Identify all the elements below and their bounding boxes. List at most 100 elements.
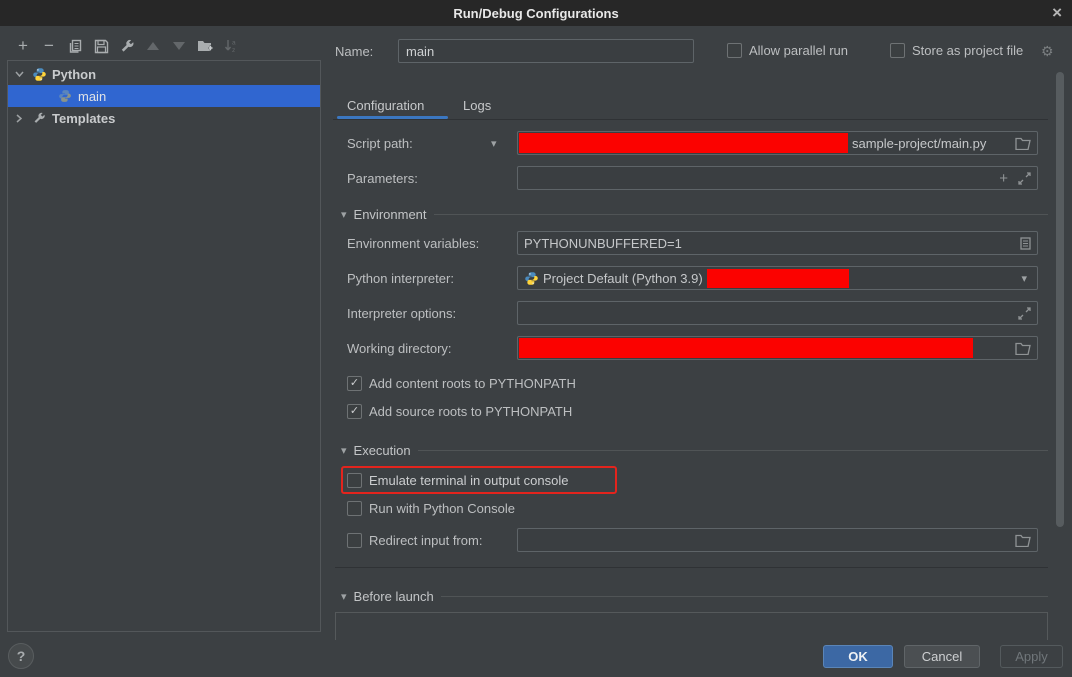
- environment-section-header[interactable]: ▾ Environment: [341, 207, 1048, 222]
- checkbox-checked[interactable]: ✓: [347, 404, 362, 419]
- checkbox-unchecked[interactable]: [727, 43, 742, 58]
- section-rule: [418, 450, 1048, 451]
- name-label: Name:: [335, 44, 373, 59]
- section-collapse-icon[interactable]: ▾: [341, 590, 347, 603]
- checkbox-unchecked[interactable]: [347, 533, 362, 548]
- environment-variables-label: Environment variables:: [347, 236, 479, 251]
- script-path-dropdown-icon[interactable]: ▾: [491, 137, 497, 150]
- vertical-scrollbar[interactable]: [1056, 72, 1064, 527]
- before-launch-section-header[interactable]: ▾ Before launch: [341, 589, 1048, 604]
- section-collapse-icon[interactable]: ▾: [341, 444, 347, 457]
- folder-icon[interactable]: [1015, 342, 1031, 355]
- move-up-icon[interactable]: [140, 34, 166, 58]
- checkbox-unchecked[interactable]: [890, 43, 905, 58]
- add-source-roots-checkbox[interactable]: ✓ Add source roots to PYTHONPATH: [347, 404, 572, 419]
- configurations-tree: Python main Templates: [7, 60, 321, 632]
- tab-logs[interactable]: Logs: [463, 98, 491, 113]
- checkbox-label: Allow parallel run: [749, 43, 848, 58]
- help-glyph: ?: [17, 648, 26, 664]
- parameters-label: Parameters:: [347, 171, 418, 186]
- checkbox-unchecked[interactable]: [347, 473, 362, 488]
- environment-variables-value: PYTHONUNBUFFERED=1: [524, 236, 682, 251]
- gear-icon[interactable]: ⚙: [1041, 43, 1054, 60]
- execution-section-header[interactable]: ▾ Execution: [341, 443, 1048, 458]
- python-interpreter-select[interactable]: Project Default (Python 3.9) ▾: [517, 266, 1038, 290]
- chevron-down-icon[interactable]: [8, 71, 30, 77]
- section-title: Execution: [354, 443, 411, 458]
- tree-item-python[interactable]: Python: [8, 63, 320, 85]
- checkbox-label: Run with Python Console: [369, 501, 515, 516]
- script-path-value: sample-project/main.py: [852, 136, 986, 151]
- tree-item-label: Python: [52, 67, 96, 82]
- close-icon[interactable]: ×: [1052, 3, 1062, 23]
- svg-text:a: a: [232, 40, 236, 47]
- configurations-toolbar: + − az: [10, 34, 244, 58]
- section-title: Environment: [354, 207, 427, 222]
- folder-icon[interactable]: [1015, 534, 1031, 547]
- checkbox-label: Redirect input from:: [369, 533, 482, 548]
- checkbox-unchecked[interactable]: [347, 501, 362, 516]
- environment-variables-field[interactable]: PYTHONUNBUFFERED=1: [517, 231, 1038, 255]
- dropdown-arrow-icon[interactable]: ▾: [1021, 272, 1027, 285]
- sort-configurations-icon[interactable]: az: [218, 34, 244, 58]
- tree-item-templates[interactable]: Templates: [8, 107, 320, 129]
- redirect-input-checkbox[interactable]: Redirect input from:: [347, 533, 482, 548]
- allow-parallel-run-checkbox[interactable]: Allow parallel run: [727, 43, 848, 58]
- script-path-label: Script path:: [347, 136, 413, 151]
- checkbox-label: Add content roots to PYTHONPATH: [369, 376, 576, 391]
- add-configuration-button[interactable]: +: [10, 34, 36, 58]
- emulate-terminal-checkbox[interactable]: Emulate terminal in output console: [347, 473, 568, 488]
- run-debug-configurations-dialog: Run/Debug Configurations × + − az: [0, 0, 1072, 677]
- before-launch-task-list[interactable]: [335, 612, 1048, 640]
- edit-variables-icon[interactable]: [1020, 237, 1031, 250]
- redirect-input-field[interactable]: [517, 528, 1038, 552]
- checkbox-label: Add source roots to PYTHONPATH: [369, 404, 572, 419]
- tree-item-main[interactable]: main: [8, 85, 320, 107]
- cancel-button[interactable]: Cancel: [904, 645, 980, 668]
- redaction-block: [707, 269, 849, 288]
- help-button[interactable]: ?: [8, 643, 34, 669]
- svg-text:z: z: [232, 47, 235, 53]
- save-configuration-icon[interactable]: [88, 34, 114, 58]
- redaction-block: [519, 133, 848, 153]
- dialog-title: Run/Debug Configurations: [453, 6, 618, 21]
- add-content-roots-checkbox[interactable]: ✓ Add content roots to PYTHONPATH: [347, 376, 576, 391]
- checkbox-checked[interactable]: ✓: [347, 376, 362, 391]
- python-icon: [524, 271, 539, 286]
- tab-configuration[interactable]: Configuration: [347, 98, 424, 113]
- move-down-icon[interactable]: [166, 34, 192, 58]
- section-rule: [434, 214, 1048, 215]
- redaction-block: [519, 338, 973, 358]
- script-path-field[interactable]: sample-project/main.py: [517, 131, 1038, 155]
- expand-field-icon[interactable]: [1018, 172, 1031, 185]
- new-folder-icon[interactable]: [192, 34, 218, 58]
- tree-item-label: Templates: [52, 111, 115, 126]
- section-collapse-icon[interactable]: ▾: [341, 208, 347, 221]
- python-icon: [56, 89, 74, 103]
- checkbox-label: Emulate terminal in output console: [369, 473, 568, 488]
- python-icon: [30, 67, 48, 82]
- expand-field-icon[interactable]: [1018, 307, 1031, 320]
- add-macro-icon[interactable]: +: [999, 170, 1008, 187]
- checkbox-label: Store as project file: [912, 43, 1023, 58]
- store-as-project-file-checkbox[interactable]: Store as project file: [890, 43, 1023, 58]
- wrench-icon: [30, 112, 48, 125]
- ok-button[interactable]: OK: [823, 645, 893, 668]
- titlebar: Run/Debug Configurations ×: [0, 0, 1072, 26]
- tree-item-label: main: [78, 89, 106, 104]
- tabs-divider: [333, 119, 1048, 120]
- run-with-python-console-checkbox[interactable]: Run with Python Console: [347, 501, 515, 516]
- remove-configuration-button[interactable]: −: [36, 34, 62, 58]
- copy-configuration-icon[interactable]: [62, 34, 88, 58]
- parameters-field[interactable]: +: [517, 166, 1038, 190]
- working-directory-field[interactable]: [517, 336, 1038, 360]
- python-interpreter-label: Python interpreter:: [347, 271, 454, 286]
- content-divider: [335, 567, 1048, 568]
- chevron-right-icon[interactable]: [8, 114, 30, 123]
- section-rule: [441, 596, 1048, 597]
- apply-button[interactable]: Apply: [1000, 645, 1063, 668]
- folder-icon[interactable]: [1015, 137, 1031, 150]
- interpreter-options-field[interactable]: [517, 301, 1038, 325]
- edit-templates-icon[interactable]: [114, 34, 140, 58]
- name-input[interactable]: [398, 39, 694, 63]
